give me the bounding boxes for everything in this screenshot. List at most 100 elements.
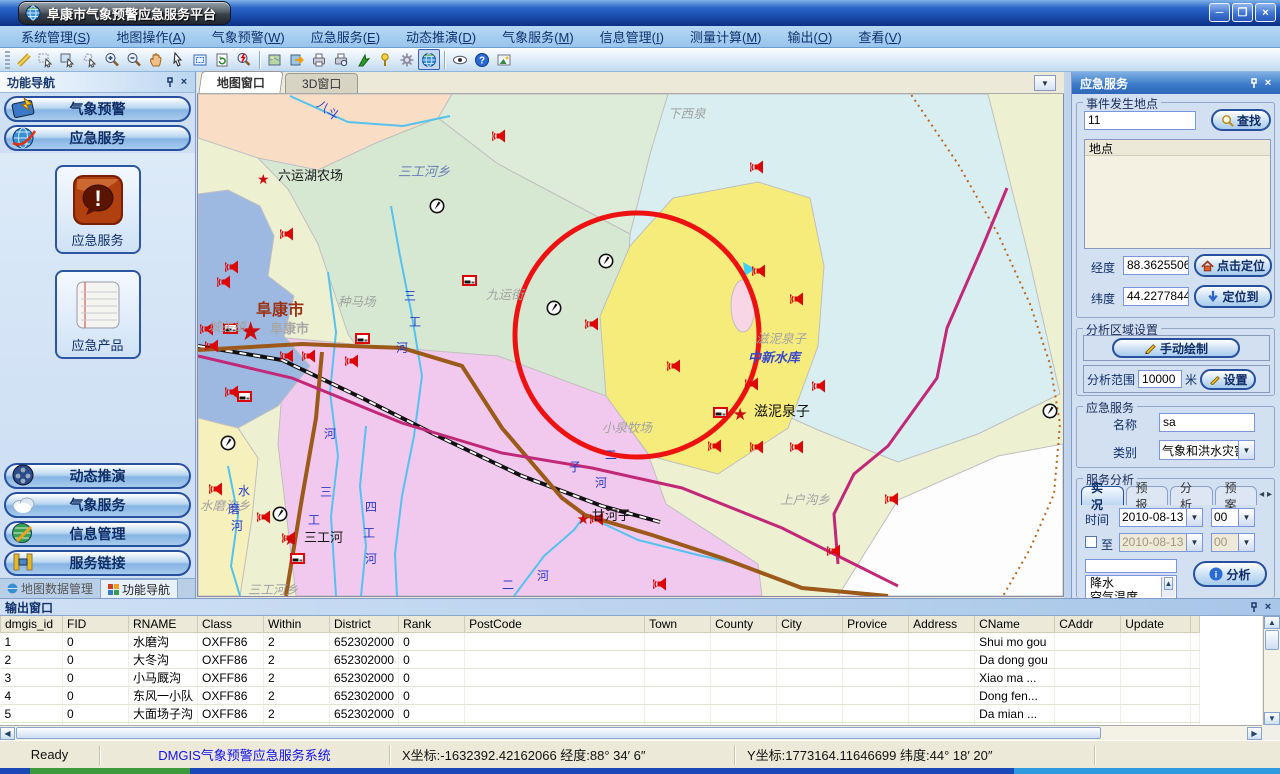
location-list[interactable]: 地点 [1084, 139, 1271, 249]
column-header[interactable]: Address [909, 616, 975, 633]
star-marker[interactable]: ★ [577, 511, 590, 528]
sidebar-item-应急服务[interactable]: 应急服务 [4, 125, 191, 151]
sidebar-item-气象服务[interactable]: 气象服务 [4, 492, 191, 518]
table-horizontal-scrollbar[interactable]: ◀ ▶ [0, 725, 1262, 740]
table-vertical-scrollbar[interactable]: ▲ ▼ [1263, 616, 1280, 725]
ring-marker[interactable] [599, 254, 612, 267]
pin-icon[interactable] [1247, 600, 1261, 614]
set-range-button[interactable]: 设置 [1200, 369, 1256, 390]
rect-select-icon[interactable] [57, 49, 79, 70]
globe-icon[interactable] [418, 49, 440, 70]
locate-by-click-button[interactable]: 点击定位 [1194, 254, 1272, 277]
close-icon[interactable]: × [1261, 600, 1275, 614]
tab-scroll-arrows[interactable]: ◂ ▸ [1259, 489, 1272, 500]
menu-item-W[interactable]: 气象预警(W) [199, 25, 298, 48]
scroll-up-icon[interactable]: ▲ [1164, 577, 1173, 590]
analyze-button[interactable]: i 分析 [1193, 561, 1267, 587]
column-header[interactable]: Update [1121, 616, 1191, 633]
hour-dropdown[interactable]: 00▼ [1211, 508, 1255, 527]
to-checkbox[interactable] [1085, 536, 1097, 548]
toolbar-grip[interactable] [5, 51, 10, 69]
service-tab-分析[interactable]: 分析 [1170, 486, 1213, 505]
ring-marker[interactable] [1043, 404, 1056, 417]
ring-marker[interactable] [547, 301, 560, 314]
service-tab-实况[interactable]: 实况 [1081, 486, 1124, 505]
column-header[interactable]: FID [63, 616, 129, 633]
table-row[interactable]: 10水磨沟OXFF8626523020000Shui mo gou [1, 633, 1200, 651]
sidebar-item-服务链接[interactable]: 服务链接 [4, 550, 191, 576]
eye-icon[interactable] [449, 49, 471, 70]
flag-marker[interactable] [463, 276, 476, 285]
content-button-应急产品[interactable]: 应急产品 [55, 270, 141, 359]
menu-item-D[interactable]: 动态推演(D) [393, 25, 489, 48]
ring-marker[interactable] [221, 436, 234, 449]
date-dropdown[interactable]: 2010-08-13▼ [1119, 508, 1203, 527]
pan-icon[interactable] [145, 49, 167, 70]
locate-pin-icon[interactable] [374, 49, 396, 70]
menu-item-O[interactable]: 输出(O) [775, 25, 846, 48]
flag-marker[interactable] [714, 408, 727, 417]
attribute-table[interactable]: dmgis_idFIDRNAMEClassWithinDistrictRankP… [0, 616, 1262, 725]
locate-to-button[interactable]: 定位到 [1194, 285, 1272, 308]
marquee-select-icon[interactable] [35, 49, 57, 70]
name-input[interactable]: sa [1159, 413, 1255, 432]
table-row[interactable]: 20大冬沟OXFF8626523020000Da dong gou [1, 651, 1200, 669]
panel-tab-地图数据管理[interactable]: 地图数据管理 [0, 579, 100, 598]
column-header[interactable]: Rank [399, 616, 465, 633]
column-header[interactable]: RNAME [129, 616, 198, 633]
menu-item-E[interactable]: 应急服务(E) [298, 25, 393, 48]
longitude-input[interactable]: 88.36255061 [1123, 256, 1189, 275]
measure-icon[interactable] [13, 49, 35, 70]
ring-marker[interactable] [430, 199, 443, 212]
service-tab-预报[interactable]: 预报 [1126, 486, 1169, 505]
map-icon[interactable] [264, 49, 286, 70]
panel-tab-功能导航[interactable]: 功能导航 [100, 579, 178, 598]
map-tab-dropdown[interactable]: ▼ [1034, 75, 1056, 91]
select-feature-icon[interactable] [352, 49, 374, 70]
settings-gear-icon[interactable] [396, 49, 418, 70]
panel-splitter[interactable] [1064, 72, 1072, 598]
map-canvas[interactable]: ★★★★★ 八斗下西泉六运湖农场三工河乡九运街种马场阜康市阜康市城关镇滋泥泉子中… [197, 94, 1064, 597]
column-header[interactable]: District [330, 616, 399, 633]
flag-marker[interactable] [238, 392, 251, 401]
menu-item-M[interactable]: 气象服务(M) [489, 25, 587, 48]
tab-3d-window[interactable]: 3D窗口 [285, 73, 358, 93]
table-row[interactable]: 40东风一小队OXFF8626523020000Dong fen... [1, 687, 1200, 705]
minimize-button[interactable]: ─ [1209, 3, 1230, 22]
tab-map-window[interactable]: 地图窗口 [198, 71, 283, 93]
menu-item-V[interactable]: 查看(V) [845, 25, 914, 48]
full-extent-icon[interactable] [189, 49, 211, 70]
pointer-icon[interactable] [167, 49, 189, 70]
print-icon[interactable] [308, 49, 330, 70]
column-header[interactable]: City [777, 616, 843, 633]
service-tab-预案[interactable]: 预案 [1215, 486, 1258, 505]
star-marker[interactable]: ★ [733, 405, 748, 424]
menu-item-A[interactable]: 地图操作(A) [103, 25, 198, 48]
help-icon[interactable]: ? [471, 49, 493, 70]
sidebar-item-气象预警[interactable]: 气象预警 [4, 96, 191, 122]
pin-icon[interactable] [1247, 76, 1261, 90]
column-header[interactable]: Within [264, 616, 330, 633]
pin-icon[interactable] [163, 75, 177, 89]
table-row[interactable]: 50大面场子沟OXFF8626523020000Da mian ... [1, 705, 1200, 723]
location-search-input[interactable]: 11 [1084, 111, 1196, 130]
manual-draw-button[interactable]: 手动绘制 [1112, 338, 1240, 358]
ring-marker[interactable] [273, 507, 286, 520]
type-dropdown[interactable]: 气象和洪水灾害▼ [1159, 440, 1255, 460]
sidebar-item-信息管理[interactable]: 信息管理 [4, 521, 191, 547]
element-listbox[interactable]: 降水空气温度 ▲ [1085, 575, 1177, 599]
star-marker[interactable]: ★ [257, 171, 270, 187]
zoom-query-icon[interactable] [233, 49, 255, 70]
menu-item-I[interactable]: 信息管理(I) [587, 25, 677, 48]
export-map-icon[interactable] [286, 49, 308, 70]
sidebar-item-动态推演[interactable]: 动态推演 [4, 463, 191, 489]
flag-marker[interactable] [356, 334, 369, 343]
close-button[interactable]: × [1255, 3, 1276, 22]
image-export-icon[interactable] [493, 49, 515, 70]
menu-item-M[interactable]: 测量计算(M) [677, 25, 775, 48]
print-preview-icon[interactable] [330, 49, 352, 70]
column-header[interactable]: CAddr [1055, 616, 1121, 633]
column-header[interactable]: Class [198, 616, 264, 633]
column-header[interactable]: Town [645, 616, 711, 633]
latitude-input[interactable]: 44.22778446 [1123, 287, 1189, 306]
